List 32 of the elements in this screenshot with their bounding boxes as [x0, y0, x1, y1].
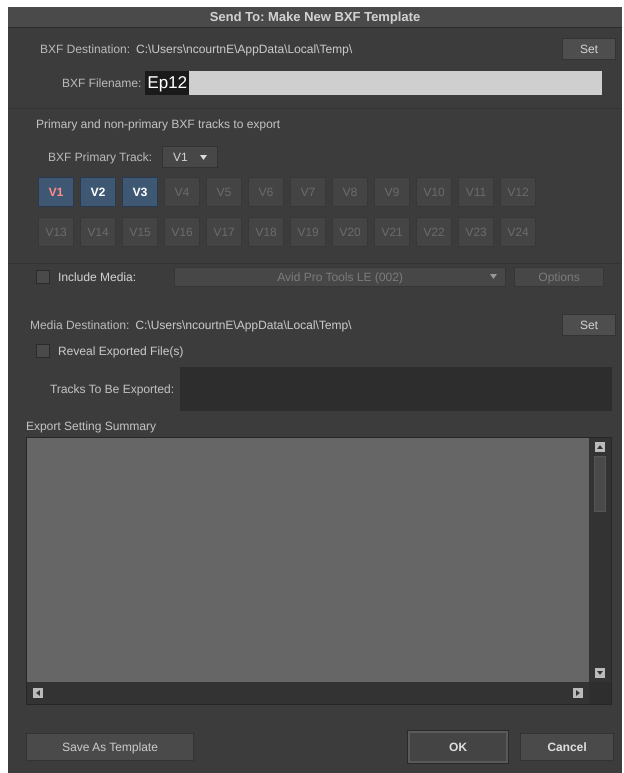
caret-icon [200, 154, 208, 160]
scroll-up-icon[interactable] [595, 442, 605, 452]
path-text: C:\Users\ncourtnE\AppData\Local\Temp\ [136, 41, 352, 58]
horizontal-scrollbar[interactable] [27, 682, 589, 704]
field-label: Tracks To Be Exported: [50, 381, 174, 398]
cancel-button[interactable]: Cancel [520, 733, 614, 761]
scroll-down-icon[interactable] [595, 668, 605, 678]
caret-icon [490, 274, 498, 278]
window-title: Send To: Make New BXF Template [8, 7, 622, 28]
section-heading: Export Setting Summary [25, 418, 158, 435]
section-heading: Primary and non-primary BXF tracks to export [8, 108, 622, 133]
save-template-button[interactable]: Save As Template [26, 733, 194, 761]
field-label: Media Destination: [30, 317, 130, 334]
checkbox[interactable] [36, 344, 50, 358]
set-button[interactable]: Set [562, 314, 616, 336]
field-label: BXF Filename: [62, 75, 142, 92]
scroll-right-icon[interactable] [573, 688, 583, 698]
track-button[interactable]: V1 [38, 177, 74, 207]
checkbox-label: Include Media: [58, 268, 136, 286]
field-label: BXF Destination: [40, 41, 130, 58]
checkbox-label: Reveal Exported File(s) [58, 343, 184, 360]
track-dropdown[interactable]: V1 [162, 146, 218, 168]
ok-button[interactable]: OK [408, 731, 508, 763]
vertical-scrollbar[interactable] [589, 438, 611, 682]
track-button[interactable]: V2 [80, 177, 116, 207]
filename-field[interactable]: Ep12 [145, 71, 602, 95]
set-button[interactable]: Set [562, 38, 616, 60]
scroll-left-icon[interactable] [33, 688, 43, 698]
scroll-thumb[interactable] [594, 456, 606, 512]
path-text: C:\Users\ncourtnE\AppData\Local\Temp\ [135, 317, 352, 334]
field-label: BXF Primary Track: [48, 149, 152, 166]
track-button[interactable]: V3 [122, 177, 158, 207]
